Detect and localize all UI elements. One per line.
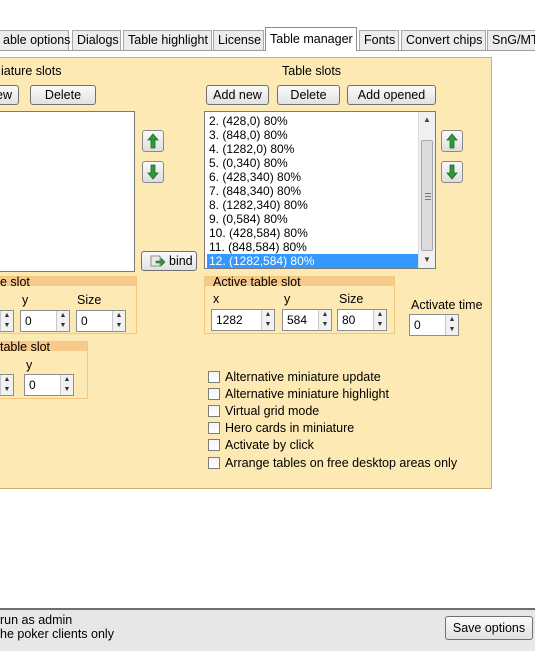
miniature-move-down-button[interactable] — [142, 161, 164, 183]
size-label: Size — [339, 292, 364, 306]
x-label: x — [213, 292, 220, 306]
table-slots-add-opened-button[interactable]: Add opened — [347, 85, 436, 105]
tab-sng-mtt[interactable]: SnG/MT — [487, 30, 535, 50]
left-table-slot-group: table slot y ▲ ▼ 0 ▲ ▼ — [0, 340, 88, 399]
table-slots-header: Table slots — [282, 64, 342, 78]
tab-strip: able options Dialogs Table highlight Lic… — [0, 27, 535, 51]
bind-button-label: bind — [169, 254, 193, 268]
bind-arrow-icon — [150, 255, 166, 267]
table-slots-scrollbar[interactable]: ▲ ▼ — [418, 112, 435, 268]
checkbox-label: Alternative miniature update — [225, 370, 381, 384]
left-table-slot-title: table slot — [0, 340, 51, 354]
checkbox-label: Activate by click — [225, 438, 314, 452]
y-label: y — [22, 293, 29, 307]
status-bar: run as admin he poker clients only Save … — [0, 608, 535, 651]
y-value: 584 — [287, 313, 308, 327]
miniature-slot-group: e slot y Size ▲ ▼ 0 ▲ ▼ 0 ▲ ▼ — [0, 275, 137, 334]
checkbox-label: Alternative miniature highlight — [225, 387, 389, 401]
arrow-down-icon — [147, 164, 159, 180]
list-item[interactable]: 7. (848,340) 80% — [207, 184, 419, 198]
list-item[interactable]: 9. (0,584) 80% — [207, 212, 419, 226]
y-spinner[interactable]: 0 ▲ ▼ — [20, 310, 70, 332]
miniature-add-new-button[interactable]: ew — [0, 85, 19, 105]
active-size-spinner[interactable]: 80 ▲ ▼ — [337, 309, 387, 331]
table-manager-panel: iature slots ew Delete bind Table slots … — [0, 57, 492, 489]
active-table-slot-title: Active table slot — [213, 275, 301, 289]
tab-dialogs[interactable]: Dialogs — [72, 30, 121, 50]
active-y-spinner[interactable]: 584 ▲ ▼ — [282, 309, 332, 331]
y-value: 0 — [29, 378, 36, 392]
arrow-up-icon — [446, 133, 458, 149]
active-table-slot-group: Active table slot x y Size 1282 ▲ ▼ 584 ▲… — [204, 275, 395, 334]
arrow-down-icon — [446, 164, 458, 180]
table-slots-delete-button[interactable]: Delete — [277, 85, 340, 105]
list-item[interactable]: 4. (1282,0) 80% — [207, 142, 419, 156]
bind-button[interactable]: bind — [141, 251, 197, 271]
tab-table-options[interactable]: able options — [0, 30, 71, 50]
miniature-move-up-button[interactable] — [142, 130, 164, 152]
status-line-2: he poker clients only — [0, 627, 114, 641]
checkbox[interactable] — [208, 371, 220, 383]
active-x-spinner[interactable]: 1282 ▲ ▼ — [211, 309, 275, 331]
list-item[interactable]: 11. (848,584) 80% — [207, 240, 419, 254]
checkbox[interactable] — [208, 457, 220, 469]
size-spinner[interactable]: 0 ▲ ▼ — [76, 310, 126, 332]
table-slot-move-down-button[interactable] — [441, 161, 463, 183]
tab-label: Fonts — [364, 33, 396, 47]
x-value: 1282 — [216, 313, 243, 327]
tab-label: License — [218, 33, 262, 47]
x-spinner[interactable]: ▲ ▼ — [0, 310, 14, 332]
checkbox[interactable] — [208, 405, 220, 417]
table-slots-list[interactable]: 2. (428,0) 80% 3. (848,0) 80% 4. (1282,0… — [204, 111, 436, 269]
scroll-down-icon[interactable]: ▼ — [419, 252, 435, 268]
list-item[interactable]: 5. (0,340) 80% — [207, 156, 419, 170]
arrow-up-icon — [147, 133, 159, 149]
tab-convert-chips[interactable]: Convert chips — [401, 30, 486, 50]
tab-table-highlight[interactable]: Table highlight — [123, 30, 212, 50]
tab-label: Convert chips — [406, 33, 483, 47]
tab-label: SnG/MT — [492, 33, 535, 47]
list-item[interactable]: 3. (848,0) 80% — [207, 128, 419, 142]
miniature-delete-button[interactable]: Delete — [30, 85, 96, 105]
tab-fonts[interactable]: Fonts — [359, 30, 399, 50]
list-item-selected[interactable]: 12. (1282,584) 80% — [207, 254, 419, 268]
size-value: 80 — [342, 313, 356, 327]
checkbox-label: Hero cards in miniature — [225, 421, 355, 435]
size-label: Size — [77, 293, 102, 307]
checkbox[interactable] — [208, 388, 220, 400]
table-slot-move-up-button[interactable] — [441, 130, 463, 152]
activate-time-label: Activate time — [411, 298, 483, 312]
activate-time-value: 0 — [414, 318, 421, 332]
scroll-up-icon[interactable]: ▲ — [419, 112, 435, 128]
checkbox[interactable] — [208, 439, 220, 451]
save-options-button[interactable]: Save options — [445, 616, 533, 640]
tab-label: Table highlight — [128, 33, 208, 47]
table-slots-add-new-button[interactable]: Add new — [206, 85, 269, 105]
tab-license[interactable]: License — [213, 30, 264, 50]
list-item[interactable]: 2. (428,0) 80% — [207, 114, 419, 128]
checkbox-label: Virtual grid mode — [225, 404, 320, 418]
list-item[interactable]: 10. (428,584) 80% — [207, 226, 419, 240]
tab-label: Table manager — [270, 32, 353, 46]
checkbox-label: Arrange tables on free desktop areas onl… — [225, 456, 458, 470]
list-item[interactable]: 8. (1282,340) 80% — [207, 198, 419, 212]
y-label: y — [284, 292, 291, 306]
size-value: 0 — [81, 314, 88, 328]
scroll-thumb[interactable] — [421, 140, 433, 251]
activate-time-spinner[interactable]: 0 ▲ ▼ — [409, 314, 459, 336]
tab-label: able options — [3, 33, 71, 47]
y-value: 0 — [25, 314, 32, 328]
x-spinner[interactable]: ▲ ▼ — [0, 374, 14, 396]
list-item[interactable]: 6. (428,340) 80% — [207, 170, 419, 184]
y-label: y — [26, 358, 33, 372]
tab-label: Dialogs — [77, 33, 119, 47]
miniature-slots-header: iature slots — [1, 64, 62, 78]
miniature-slots-list[interactable] — [0, 111, 135, 272]
tab-table-manager[interactable]: Table manager — [265, 27, 357, 51]
status-line-1: run as admin — [0, 613, 73, 627]
y-spinner[interactable]: 0 ▲ ▼ — [24, 374, 74, 396]
miniature-slot-title: e slot — [0, 275, 30, 289]
checkbox[interactable] — [208, 422, 220, 434]
